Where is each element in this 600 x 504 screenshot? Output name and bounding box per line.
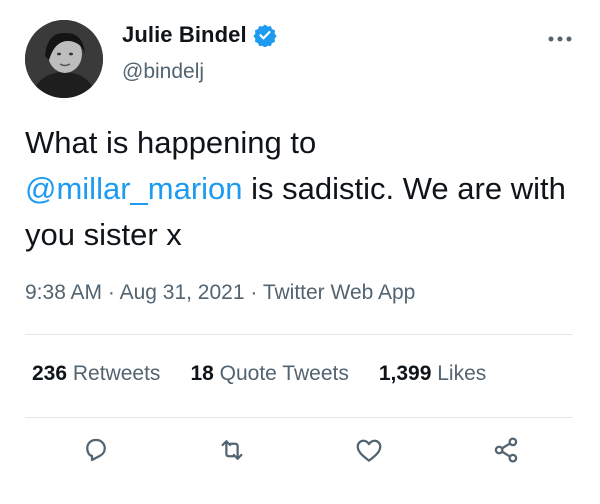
likes-count: 1,399 — [378, 362, 432, 385]
tweet-time[interactable]: 9:38 AM — [25, 281, 102, 304]
avatar[interactable] — [25, 20, 103, 98]
divider — [25, 417, 573, 418]
retweets-stat[interactable]: 236 Retweets — [32, 362, 160, 386]
author-handle[interactable]: @bindelj — [122, 60, 204, 84]
separator-dot: · — [107, 281, 120, 304]
tweet-text: What is happening to @millar_marion is sa… — [25, 120, 580, 258]
divider — [25, 334, 573, 335]
quote-tweets-count: 18 — [190, 362, 214, 385]
engagement-stats: 236 Retweets 18 Quote Tweets 1,399 Likes — [32, 362, 516, 386]
tweet-source[interactable]: Twitter Web App — [263, 281, 416, 304]
quote-tweets-label: Quote Tweets — [219, 362, 349, 385]
tweet-card: Julie Bindel @bindelj What is happening … — [0, 0, 600, 504]
tweet-metadata: 9:38 AM · Aug 31, 2021 · Twitter Web App — [25, 281, 415, 305]
mention-link[interactable]: @millar_marion — [25, 171, 243, 206]
author-name-row[interactable]: Julie Bindel — [122, 22, 277, 48]
separator-dot: · — [250, 281, 263, 304]
retweet-icon[interactable] — [212, 430, 252, 470]
likes-label: Likes — [437, 362, 487, 385]
more-options-icon[interactable] — [543, 32, 583, 44]
retweets-label: Retweets — [72, 362, 161, 385]
reply-icon[interactable] — [76, 430, 116, 470]
likes-stat[interactable]: 1,399 Likes — [379, 362, 486, 386]
like-icon[interactable] — [349, 430, 389, 470]
share-icon[interactable] — [486, 430, 526, 470]
retweets-count: 236 — [32, 362, 68, 385]
author-name[interactable]: Julie Bindel — [122, 22, 247, 48]
tweet-text-before: What is happening to — [25, 125, 317, 160]
verified-badge-icon — [253, 23, 277, 48]
action-bar — [0, 430, 600, 480]
quote-tweets-stat[interactable]: 18 Quote Tweets — [190, 362, 348, 386]
tweet-date[interactable]: Aug 31, 2021 — [120, 281, 245, 304]
